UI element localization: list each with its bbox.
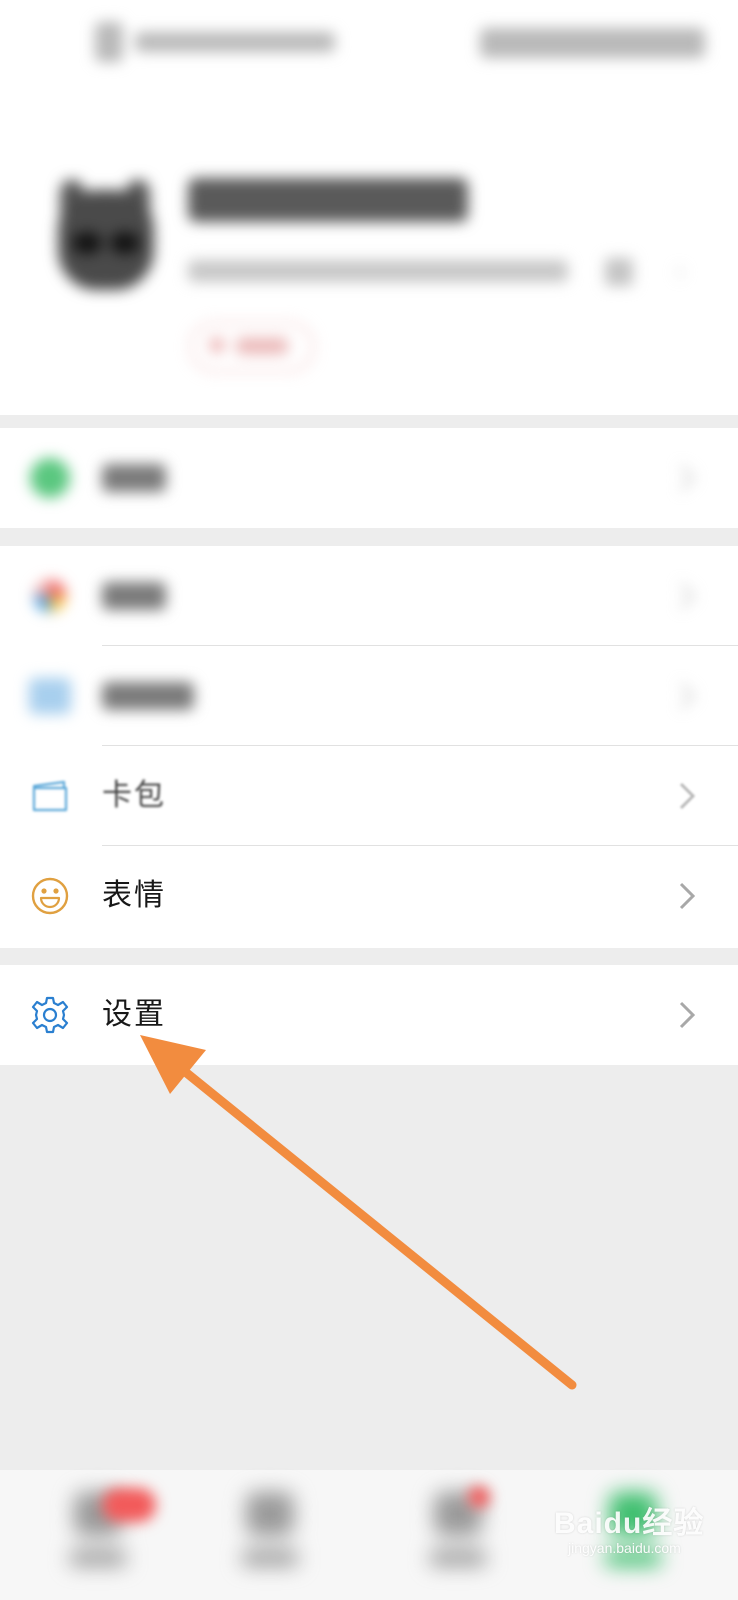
menu-item-card-label: 卡包 [102, 778, 166, 813]
menu-group-pay [0, 428, 738, 528]
menu-item-stickers-label: 表情 [102, 878, 166, 913]
status-bar-right [480, 28, 705, 62]
unread-badge [102, 1488, 156, 1522]
chevron-right-icon [672, 776, 702, 816]
menu-item-moments[interactable] [0, 646, 738, 746]
watermark-logo: Baidu经验 [554, 1507, 705, 1540]
chevron-right-icon [672, 995, 702, 1035]
status-bar-left [95, 22, 345, 62]
smiley-icon [28, 876, 72, 916]
tab-discover[interactable] [400, 1488, 520, 1588]
avatar[interactable] [50, 180, 160, 295]
status-button[interactable] [190, 322, 314, 372]
chevron-right-icon [672, 458, 702, 498]
menu-item-pay[interactable] [0, 428, 738, 528]
watermark-url: jingyan.baidu.com [568, 1540, 681, 1556]
menu-item-pay-label [102, 464, 166, 492]
menu-group-settings: 设置 [0, 965, 738, 1065]
tab-contacts[interactable] [212, 1488, 332, 1588]
watermark: Baidu经验 jingyan.baidu.com [550, 1498, 730, 1588]
menu-item-settings-label: 设置 [102, 997, 166, 1032]
nickname [188, 178, 468, 222]
menu-item-favorites[interactable] [0, 546, 738, 646]
menu-item-card[interactable]: 卡包 [0, 746, 738, 846]
profile-header[interactable]: › [0, 90, 738, 415]
chevron-right-icon [672, 876, 702, 916]
menu-item-settings[interactable]: 设置 [0, 965, 738, 1065]
chevron-right-icon [672, 576, 702, 616]
qr-code-icon[interactable] [605, 258, 633, 286]
status-bar [0, 0, 738, 90]
profile-chevron-icon: › [675, 257, 686, 287]
menu-item-stickers[interactable]: 表情 [0, 846, 738, 946]
discover-badge [468, 1486, 490, 1508]
pay-icon [28, 458, 72, 498]
menu-item-favorites-label [102, 582, 166, 610]
chevron-right-icon [672, 676, 702, 716]
wechat-id [188, 260, 568, 282]
favorites-icon [28, 576, 72, 616]
gear-icon [28, 995, 72, 1035]
menu-item-moments-label [102, 682, 194, 710]
card-wallet-icon [28, 776, 72, 816]
menu-group-main: 卡包 表情 [0, 546, 738, 948]
moments-icon [28, 676, 72, 716]
